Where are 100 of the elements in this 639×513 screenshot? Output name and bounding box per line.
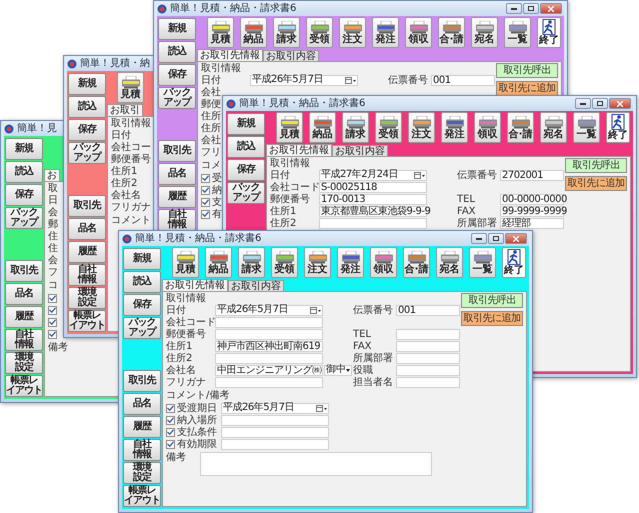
tab[interactable]: お取引先情報 (162, 279, 228, 291)
date-field[interactable]: 平成26年5月7日 (215, 304, 323, 316)
input-field[interactable]: 神戸市西区神出町南619 (215, 340, 323, 352)
input-field[interactable]: 中田エンジニアリング㈱ (215, 364, 323, 376)
toolbar-button[interactable]: 受領 (375, 112, 402, 143)
maximize-button[interactable] (488, 233, 504, 244)
tab[interactable]: お取引先情報 (266, 144, 332, 156)
date-field[interactable]: 平成27年2月24日 (319, 170, 427, 180)
toolbar-button[interactable]: 納品 (205, 247, 232, 278)
toolbar-button[interactable]: 請求 (273, 17, 300, 48)
toolbar-button[interactable]: 宛名 (471, 17, 498, 48)
action-button[interactable]: 取引先呼出 (565, 158, 627, 173)
sidebar-button[interactable]: 読込 (123, 271, 161, 293)
sidebar-button[interactable]: 保存 (5, 184, 43, 206)
sidebar-button[interactable]: 読込 (158, 41, 196, 63)
minimize-button[interactable] (471, 233, 487, 244)
tab[interactable]: お取引 (107, 104, 143, 116)
sidebar-button[interactable]: 読込 (5, 161, 43, 183)
checkbox[interactable] (166, 404, 175, 412)
checkbox[interactable] (48, 306, 57, 314)
toolbar-button[interactable]: 合·請 (403, 247, 430, 278)
input-field[interactable] (221, 426, 329, 438)
dropdown[interactable]: 御中 (324, 364, 352, 376)
toolbar-button[interactable]: 受領 (306, 17, 333, 48)
maximize-button[interactable] (523, 3, 539, 14)
sidebar-button[interactable]: 読込 (68, 96, 106, 118)
minimize-button[interactable] (506, 3, 522, 14)
toolbar-button[interactable]: 見積 (117, 72, 144, 103)
checkbox[interactable] (201, 198, 210, 206)
input-field[interactable] (319, 218, 427, 228)
sidebar-button[interactable]: 品名 (123, 393, 161, 415)
date-field[interactable]: 平成26年5月7日 (221, 402, 329, 414)
sidebar-button[interactable]: 環境 設定 (68, 287, 106, 309)
sidebar-button[interactable]: 帳票レ イアウト (5, 375, 43, 397)
maximize-button[interactable] (592, 98, 608, 109)
toolbar-button[interactable]: 合·請 (438, 17, 465, 48)
toolbar-button[interactable]: 注文 (408, 112, 435, 143)
toolbar-button[interactable]: 発注 (337, 247, 364, 278)
input-field[interactable] (221, 438, 329, 450)
close-button[interactable] (540, 3, 562, 14)
sidebar-button[interactable]: 品名 (68, 218, 106, 240)
action-button[interactable]: 取引先呼出 (461, 293, 523, 308)
sidebar-button[interactable]: 取引先 (5, 260, 43, 282)
checkbox[interactable] (48, 318, 57, 326)
sidebar-button[interactable]: 新規 (123, 248, 161, 270)
sidebar-button[interactable]: バック アップ (227, 182, 265, 204)
sidebar-button[interactable]: 品名 (158, 163, 196, 185)
sidebar-button[interactable]: 帳票レ イアウト (68, 310, 106, 332)
close-button[interactable] (505, 233, 527, 244)
input-field[interactable] (396, 328, 460, 340)
sidebar-button[interactable]: バック アップ (68, 142, 106, 164)
input-field[interactable]: S-00025118 (319, 182, 427, 192)
toolbar-button[interactable]: 見積 (207, 17, 234, 48)
sidebar-button[interactable]: 品名 (5, 283, 43, 305)
sidebar-button[interactable]: 環境 設定 (123, 462, 161, 484)
exit-button[interactable]: 終了 (537, 17, 561, 48)
sidebar-button[interactable]: 取引先 (123, 370, 161, 392)
toolbar-button[interactable]: 注文 (304, 247, 331, 278)
input-field[interactable] (215, 376, 323, 388)
toolbar-button[interactable]: 一覧 (469, 247, 496, 278)
checkbox[interactable] (166, 440, 175, 448)
sidebar-button[interactable]: 読込 (227, 136, 265, 158)
toolbar-button[interactable]: 発注 (441, 112, 468, 143)
sidebar-button[interactable]: 履歴 (158, 186, 196, 208)
sidebar-button[interactable]: 新規 (158, 18, 196, 40)
toolbar-button[interactable]: 納品 (240, 17, 267, 48)
sidebar-button[interactable]: 新規 (5, 138, 43, 160)
action-button[interactable]: 取引先に追加 (565, 176, 627, 191)
sidebar-button[interactable]: 自社 情報 (68, 264, 106, 286)
sidebar-button[interactable]: 取引先 (158, 140, 196, 162)
tab[interactable]: お (44, 169, 60, 181)
sidebar-button[interactable]: 保存 (158, 64, 196, 86)
input-field[interactable]: 001 (431, 74, 495, 86)
toolbar-button[interactable]: 一覧 (504, 17, 531, 48)
toolbar-button[interactable]: 見積 (276, 112, 303, 143)
sidebar-button[interactable]: 新規 (227, 113, 265, 135)
calendar-dropdown-icon[interactable] (316, 404, 327, 412)
checkbox[interactable] (201, 174, 210, 182)
action-button[interactable]: 取引先に追加 (461, 311, 523, 326)
checkbox[interactable] (166, 428, 175, 436)
input-field[interactable]: 001 (396, 304, 460, 316)
tab[interactable]: お取引内容 (263, 50, 319, 61)
checkbox[interactable] (166, 416, 175, 424)
toolbar-button[interactable]: 合·請 (507, 112, 534, 143)
calendar-dropdown-icon[interactable] (414, 172, 425, 178)
minimize-button[interactable] (575, 98, 591, 109)
sidebar-button[interactable]: バック アップ (123, 317, 161, 339)
action-button[interactable]: 取引先呼出 (496, 63, 558, 78)
input-field[interactable] (215, 352, 323, 364)
input-field[interactable] (396, 364, 460, 376)
calendar-dropdown-icon[interactable] (345, 76, 356, 84)
input-field[interactable] (396, 340, 460, 352)
input-field[interactable] (396, 352, 460, 364)
tab[interactable]: お取引内容 (228, 280, 284, 291)
input-field[interactable] (221, 414, 329, 426)
exit-button[interactable]: 終了 (502, 247, 526, 278)
toolbar-button[interactable]: 一覧 (573, 112, 600, 143)
tab[interactable]: お取引先情報 (197, 49, 263, 61)
checkbox[interactable] (201, 210, 210, 218)
toolbar-button[interactable]: 請求 (342, 112, 369, 143)
